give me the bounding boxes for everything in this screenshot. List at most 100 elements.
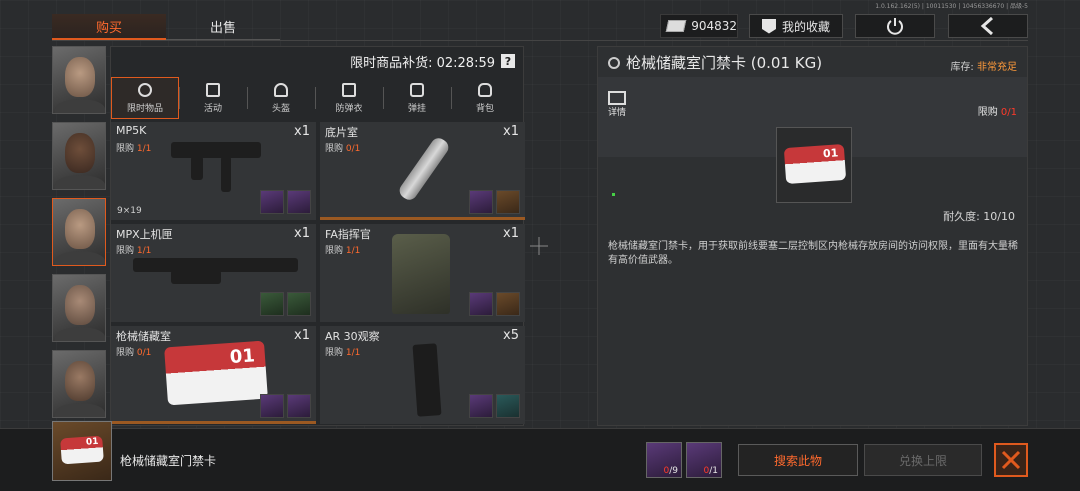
price-item-icon [260,292,284,316]
favorites-label: 我的收藏 [781,19,830,34]
help-icon[interactable]: ? [501,54,515,68]
item-name: FA指挥官 [325,228,371,241]
cash-icon [665,20,687,32]
shop-item-card[interactable]: FA指挥官 限购 1/1 x1 [320,224,525,322]
info-label: 详情 [608,108,627,118]
backpack-icon [478,82,492,97]
item-preview: 01 [776,127,852,203]
price-item-icon [496,190,520,214]
trader-avatar[interactable] [52,274,106,342]
status-dot [612,193,615,196]
durability: 耐久度: 10/10 [943,210,1015,223]
item-limit: 限购 1/1 [325,246,361,256]
price-item-icon [260,394,284,418]
shop-panel: 限时商品补货: 02:28:59 ? 限时物品 活动 头盔 防弹衣 弹挂 背包 … [110,46,525,426]
detail-limit: 限购 0/1 [977,107,1017,118]
tab-helmet[interactable]: 头盔 [247,77,315,119]
event-icon [206,82,220,97]
vest-icon [342,82,356,97]
currency-display: 904832 [660,14,738,38]
exchange-limit-button[interactable]: 兑换上限 [864,444,982,476]
item-limit: 限购 1/1 [325,348,361,358]
item-limit: 限购 0/1 [325,144,361,154]
selected-item-thumb: 01 [52,421,112,481]
item-name: 枪械储藏室 [116,330,171,343]
item-limit: 限购 1/1 [116,246,152,256]
category-tabs: 限时物品 活动 头盔 防弹衣 弹挂 背包 [111,77,523,119]
shop-item-card[interactable]: MPX上机匣 限购 1/1 x1 [111,224,316,322]
item-caliber: 9×19 [117,206,142,216]
item-qty: x1 [294,328,310,343]
search-item-button[interactable]: 搜索此物 [738,444,858,476]
detail-title: 枪械储藏室门禁卡 (0.01 KG) [608,52,822,73]
item-qty: x5 [503,328,519,343]
price-item-icon [287,190,311,214]
tab-event[interactable]: 活动 [179,77,247,119]
required-item-slot[interactable]: 0/9 [646,442,682,478]
item-qty: x1 [503,226,519,241]
item-limit: 限购 0/1 [116,348,152,358]
stock-status: 库存: 非常充足 [950,62,1017,73]
item-name: MP5K [116,124,147,137]
item-description: 枪械储藏室门禁卡，用于获取前线要塞二层控制区内枪械存放房间的访问权限，里面有大量… [608,241,1018,266]
shop-item-card[interactable]: MP5K 限购 1/1 x1 9×19 [111,122,316,220]
tab-vest[interactable]: 防弹衣 [315,77,383,119]
trader-avatar[interactable] [52,46,106,114]
back-button[interactable] [948,14,1028,38]
price-item-icon [496,394,520,418]
item-limit: 限购 1/1 [116,144,152,154]
close-icon [1001,450,1021,470]
tab-buy[interactable]: 购买 [52,14,166,40]
star-shield-icon [761,18,776,34]
magazine-image [412,343,442,417]
item-qty: x1 [294,226,310,241]
price-item-icon [469,394,493,418]
key-image [396,135,452,203]
price-item-icon [469,190,493,214]
restock-timer: 限时商品补货: 02:28:59 ? [111,47,523,75]
trader-avatar[interactable] [52,198,106,266]
tab-rig[interactable]: 弹挂 [383,77,451,119]
selected-item-name: 枪械储藏室门禁卡 [120,454,217,468]
mp5k-image [171,142,261,158]
key-icon [608,56,620,69]
keycard-image: 01 [164,340,268,406]
rig-icon [410,82,424,97]
price-item-icon [287,292,311,316]
currency-amount: 904832 [691,19,737,33]
shop-item-card[interactable]: AR 30观察 限购 1/1 x5 [320,326,525,424]
divider [52,40,1028,41]
chevron-left-icon [980,17,993,35]
item-name: MPX上机匣 [116,228,173,241]
shop-item-card[interactable]: 底片室 限购 0/1 x1 [320,122,525,220]
required-item-slot[interactable]: 0/1 [686,442,722,478]
price-item-icon [260,190,284,214]
info-icon[interactable] [608,91,626,105]
price-item-icon [287,394,311,418]
item-name: AR 30观察 [325,330,380,343]
price-item-icon [496,292,520,316]
clock-icon [138,82,152,97]
vest-image [392,234,450,314]
power-icon [887,18,903,35]
power-button[interactable] [855,14,935,38]
item-qty: x1 [503,124,519,139]
crosshair-icon [530,237,548,255]
version-text: 1.0.162.162(5) | 10011530 | 10456336670 … [875,3,1028,10]
trader-list [52,46,106,426]
helmet-icon [274,82,288,97]
trader-avatar[interactable] [52,350,106,418]
favorites-button[interactable]: 我的收藏 [749,14,843,38]
tab-limited-items[interactable]: 限时物品 [111,77,179,119]
restock-label: 限时商品补货: 02:28:59 [350,55,495,71]
item-detail-panel: 枪械储藏室门禁卡 (0.01 KG) 库存: 非常充足 详情 限购 0/1 01… [597,46,1028,426]
shop-item-card[interactable]: 01 枪械储藏室 限购 0/1 x1 [111,326,316,424]
item-name: 底片室 [325,126,358,139]
keycard-image: 01 [783,143,847,185]
tab-sell[interactable]: 出售 [166,14,280,40]
trader-avatar[interactable] [52,122,106,190]
item-qty: x1 [294,124,310,139]
price-item-icon [469,292,493,316]
close-button[interactable] [994,443,1028,477]
tab-backpack[interactable]: 背包 [451,77,519,119]
